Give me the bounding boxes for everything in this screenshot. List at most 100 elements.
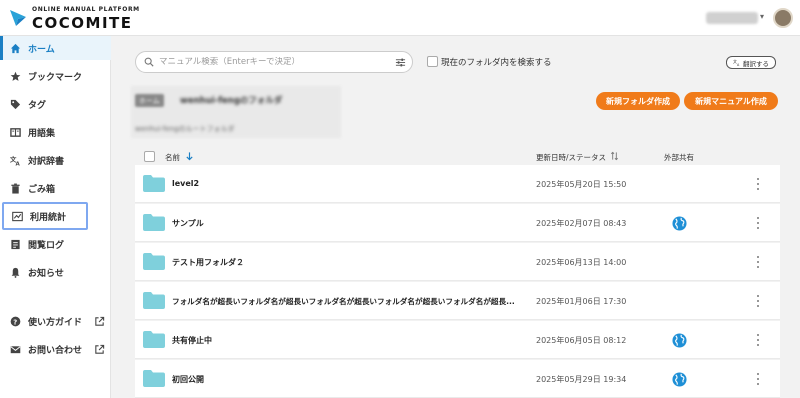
search-box [135,51,413,73]
sort-toggle-icon[interactable] [610,151,619,161]
table-row[interactable]: フォルダ名が超長いフォルダ名が超長いフォルダ名が超長いフォルダ名が超長いフォルダ… [135,282,780,320]
external-link-icon [95,344,105,354]
globe-icon[interactable] [672,216,687,231]
sidebar-item-view-log[interactable]: 閲覧ログ [0,232,111,256]
table-row[interactable]: 共有停止中 2025年06月05日 08:12 [135,321,780,359]
mail-icon [9,343,21,355]
new-folder-button[interactable]: 新規フォルダ作成 [596,92,680,110]
statistics-icon [11,210,23,222]
sort-arrow-down-icon[interactable] [185,151,194,161]
sidebar-item-label: 用語集 [28,128,56,139]
sidebar-item-label: お問い合わせ [28,345,83,356]
search-input[interactable] [159,57,395,67]
row-name[interactable]: 共有停止中 [172,335,212,346]
folder-icon [143,253,165,270]
page-subtitle: wenhui-fengのルートフォルダ [135,125,235,133]
logo-title: COCOMITE [32,14,133,32]
more-options-icon[interactable] [754,216,762,230]
sidebar-item-label: 閲覧ログ [28,240,65,251]
row-name[interactable]: サンプル [172,218,204,229]
column-header-updated[interactable]: 更新日時/ステータス [536,152,606,163]
sidebar-item-guide[interactable]: ? 使い方ガイド [0,309,111,333]
sidebar-item-label: ホーム [28,44,55,55]
sidebar-item-label: ごみ箱 [28,184,56,195]
sidebar-item-label: タグ [28,100,47,111]
glossary-icon [9,126,21,138]
help-icon: ? [9,315,21,327]
svg-text:A: A [15,161,20,165]
user-name-blurred[interactable] [706,12,758,24]
translate-icon: 文A [733,59,740,66]
more-options-icon[interactable] [754,372,762,386]
globe-icon[interactable] [672,333,687,348]
table-row[interactable]: 初回公開 2025年05月29日 19:34 [135,360,780,398]
sidebar: ホーム ブックマーク タグ 用語集 文A 対訳辞書 ごみ箱 利用統計 閲覧ログ … [0,36,111,398]
row-name[interactable]: フォルダ名が超長いフォルダ名が超長いフォルダ名が超長いフォルダ名が超長いフォルダ… [172,296,515,307]
globe-icon[interactable] [672,372,687,387]
sidebar-item-label: ブックマーク [28,72,83,83]
top-header: ONLINE MANUAL PLATFORM COCOMITE ▾ [0,0,800,36]
new-manual-button[interactable]: 新規マニュアル作成 [684,92,778,110]
logo[interactable]: ONLINE MANUAL PLATFORM COCOMITE [8,6,140,32]
external-link-icon [95,316,105,326]
row-date: 2025年06月13日 14:00 [536,258,627,267]
sidebar-item-label: 使い方ガイド [28,317,83,328]
sidebar-item-dictionary[interactable]: 文A 対訳辞書 [0,148,111,172]
sidebar-item-trash[interactable]: ごみ箱 [0,176,111,200]
folder-icon [143,214,165,231]
folder-scope-checkbox[interactable] [427,56,438,67]
more-options-icon[interactable] [754,294,762,308]
row-date: 2025年05月29日 19:34 [536,375,627,384]
breadcrumb-home-badge[interactable]: ホーム [135,94,164,107]
sidebar-item-bookmark[interactable]: ブックマーク [0,64,111,88]
trash-icon [9,182,21,194]
table-row[interactable]: level2 2025年05月20日 15:50 [135,165,780,203]
avatar[interactable] [773,8,793,28]
row-date: 2025年01月06日 17:30 [536,297,627,306]
sidebar-item-tag[interactable]: タグ [0,92,111,116]
bell-icon [9,266,21,278]
folder-scope-label: 現在のフォルダ内を検索する [441,58,552,68]
sidebar-item-label: 対訳辞書 [28,156,65,167]
column-header-name[interactable]: 名前 [165,152,180,163]
star-icon [9,70,21,82]
sidebar-item-statistics[interactable]: 利用統計 [2,202,88,230]
search-icon [144,57,154,67]
tag-icon [9,98,21,110]
row-date: 2025年06月05日 08:12 [536,336,627,345]
row-date: 2025年02月07日 08:43 [536,219,627,228]
table-header: 名前 更新日時/ステータス 外部共有 [135,148,780,164]
home-icon [9,42,21,54]
folder-icon [143,370,165,387]
sidebar-item-label: 利用統計 [30,212,67,223]
logo-subtitle: ONLINE MANUAL PLATFORM [32,6,140,13]
folder-icon [143,175,165,192]
translate-button[interactable]: 文A 翻訳する [726,56,776,69]
more-options-icon[interactable] [754,333,762,347]
table-row[interactable]: サンプル 2025年02月07日 08:43 [135,204,780,242]
folder-icon [143,292,165,309]
sidebar-item-label: お知らせ [28,268,64,279]
sidebar-item-contact[interactable]: お問い合わせ [0,337,111,361]
svg-text:A: A [737,63,740,66]
more-options-icon[interactable] [754,255,762,269]
logo-icon [10,10,26,26]
translate-button-label: 翻訳する [743,59,769,68]
sidebar-item-home[interactable]: ホーム [0,36,111,60]
column-header-external-share: 外部共有 [664,153,694,162]
row-date: 2025年05月20日 15:50 [536,180,627,189]
more-options-icon[interactable] [754,177,762,191]
row-name[interactable]: 初回公開 [172,374,204,385]
row-name[interactable]: level2 [172,179,199,188]
log-icon [9,238,21,250]
folder-icon [143,331,165,348]
sidebar-item-notifications[interactable]: お知らせ [0,260,111,284]
sidebar-item-glossary[interactable]: 用語集 [0,120,111,144]
row-name[interactable]: テスト用フォルダ２ [172,257,244,268]
user-menu-caret-icon[interactable]: ▾ [760,12,764,21]
select-all-checkbox[interactable] [144,151,155,162]
table-row[interactable]: テスト用フォルダ２ 2025年06月13日 14:00 [135,243,780,281]
translate-icon: 文A [9,154,21,166]
page-title: wenhui-fengのフォルダ [180,96,283,106]
filter-settings-icon[interactable] [395,57,406,68]
